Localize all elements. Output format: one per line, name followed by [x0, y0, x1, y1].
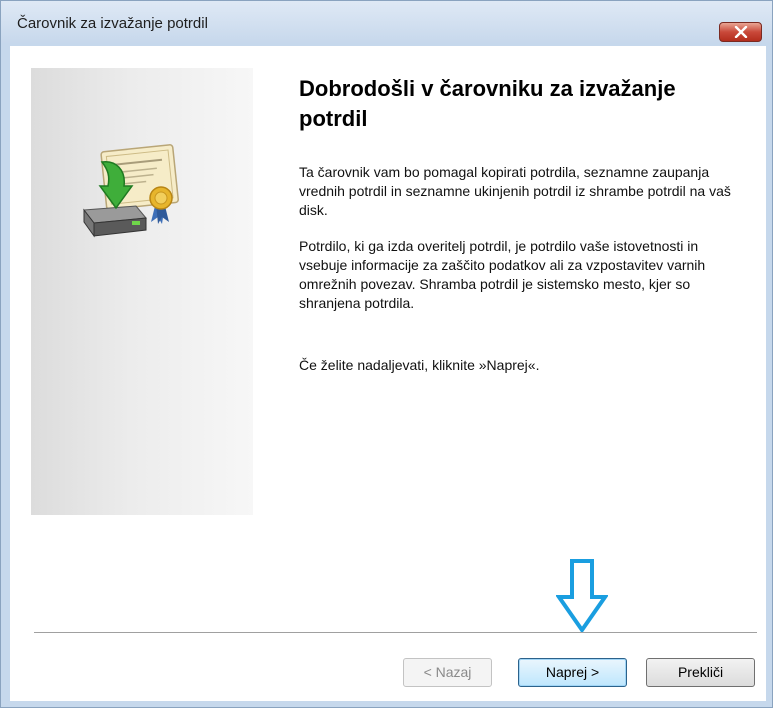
title-bar[interactable]: Čarovnik za izvažanje potrdil — [1, 1, 772, 43]
intro-paragraph: Ta čarovnik vam bo pomagal kopirati potr… — [299, 164, 731, 218]
certificate-export-icon — [83, 144, 179, 238]
close-icon — [734, 26, 748, 38]
close-button[interactable] — [719, 22, 762, 42]
info-paragraph: Potrdilo, ki ga izda overitelj potrdil, … — [299, 238, 706, 311]
side-banner — [31, 68, 253, 515]
window-title: Čarovnik za izvažanje potrdil — [17, 15, 208, 32]
cancel-button[interactable]: Prekliči — [646, 658, 755, 687]
continue-instruction: Če želite nadaljevati, kliknite »Naprej«… — [299, 357, 540, 373]
down-arrow-icon — [556, 559, 608, 633]
wizard-body: Dobrodošli v čarovniku za izvažanje potr… — [10, 46, 766, 701]
welcome-heading: Dobrodošli v čarovniku za izvažanje potr… — [299, 76, 676, 131]
back-button[interactable]: < Nazaj — [403, 658, 492, 687]
next-button[interactable]: Naprej > — [518, 658, 627, 687]
button-divider — [34, 632, 757, 634]
wizard-window: Čarovnik za izvažanje potrdil Dobrodošli… — [0, 0, 773, 708]
